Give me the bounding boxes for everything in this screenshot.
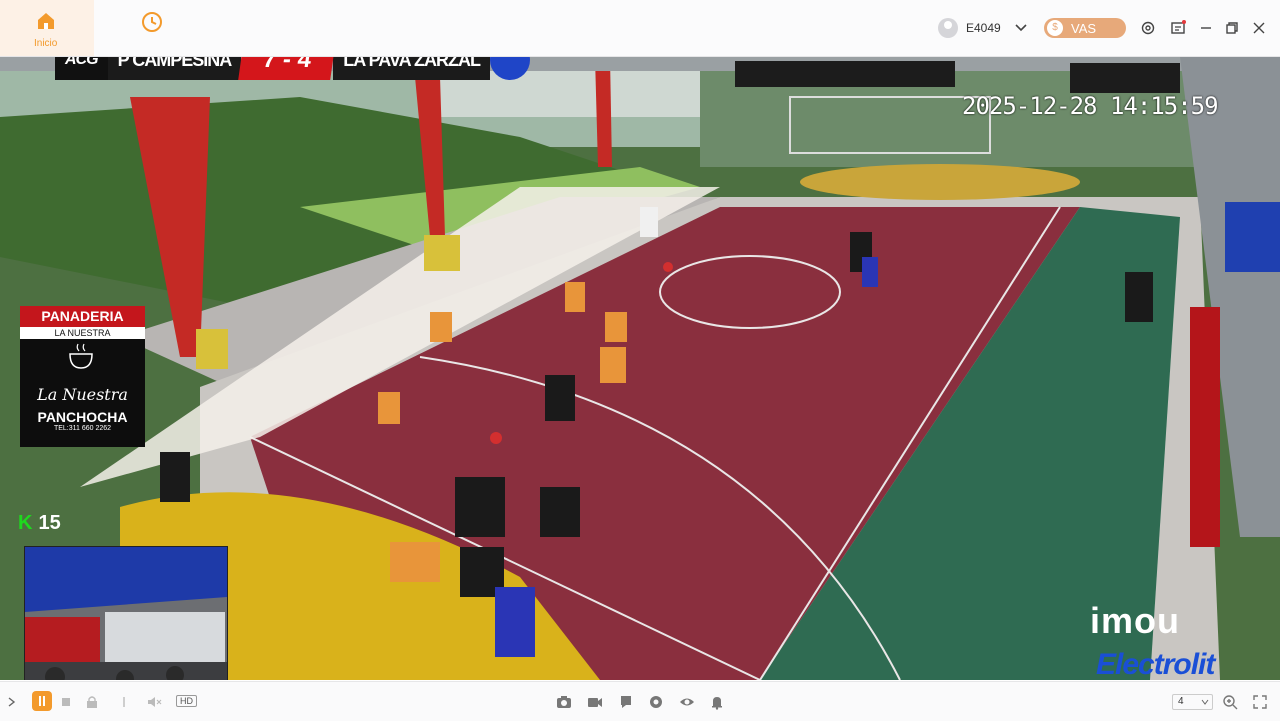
kick-logo-icon: K (18, 512, 33, 534)
nav-home[interactable]: Inicio (0, 0, 94, 56)
imou-watermark: imou (1090, 600, 1180, 641)
sponsor-title: PANADERIA (20, 306, 145, 327)
chevron-right-icon[interactable] (4, 694, 20, 710)
user-account[interactable]: E4049 (938, 18, 1001, 38)
talk-icon[interactable] (618, 694, 634, 710)
league-logo: ACG (55, 57, 108, 80)
away-team-name: LA PAVA ZARZAL (333, 57, 490, 80)
privacy-eye-icon[interactable] (679, 694, 695, 710)
pip-video[interactable] (24, 546, 228, 680)
title-bar: Inicio E4049 $ VAS (0, 0, 1280, 57)
chevron-down-icon (1201, 699, 1209, 705)
stop-icon[interactable] (58, 694, 74, 710)
record-video-icon[interactable] (587, 694, 603, 710)
camera-snapshot-icon[interactable] (556, 694, 572, 710)
close-icon[interactable] (1251, 20, 1267, 36)
sponsor-ad: PANADERIA LA NUESTRA La Nuestra PANCHOCH… (20, 306, 145, 447)
sponsor-subtitle: LA NUESTRA (20, 327, 145, 339)
pip-scene (25, 547, 227, 680)
fullscreen-icon[interactable] (1252, 694, 1268, 710)
alarm-bell-icon[interactable] (709, 694, 725, 710)
grid-layout-select[interactable]: 4 (1172, 694, 1213, 710)
maximize-icon[interactable] (1224, 20, 1240, 36)
message-icon[interactable] (1170, 20, 1186, 36)
minimize-icon[interactable] (1198, 20, 1214, 36)
grid-layout-value: 4 (1178, 696, 1184, 707)
home-icon (38, 13, 54, 29)
electrolit-logo: Electrolit (1096, 648, 1215, 680)
chevron-down-icon[interactable] (1014, 20, 1028, 34)
hd-badge[interactable]: HD (176, 695, 197, 707)
avatar (938, 18, 958, 38)
history-icon[interactable] (140, 10, 164, 34)
zoom-in-icon[interactable] (1222, 694, 1238, 710)
vas-button[interactable]: $ VAS (1044, 18, 1126, 38)
camera-timestamp: 2025-12-28 14:15:59 (962, 92, 1219, 120)
nav-home-label: Inicio (34, 38, 58, 49)
live-video[interactable]: ACG P CAMPESINA 7 - 4 LA PAVA ZARZAL 202… (0, 57, 1280, 680)
player-toolbar: HD 4 (0, 681, 1280, 721)
sponsor-name: PANCHOCHA (37, 409, 128, 425)
mute-icon[interactable] (146, 694, 162, 710)
scoreboard: ACG P CAMPESINA 7 - 4 LA PAVA ZARZAL (55, 57, 530, 80)
vas-coin-icon: $ (1047, 20, 1063, 36)
away-team-crest-icon (489, 57, 530, 80)
account-label: E4049 (966, 21, 1001, 35)
viewer-count-value: 15 (38, 512, 61, 534)
coffee-cup-icon (69, 343, 93, 369)
ptz-icon[interactable] (648, 694, 664, 710)
vas-label: VAS (1071, 20, 1097, 36)
match-score: 7 - 4 (238, 57, 337, 80)
viewer-count: K 15 (18, 512, 61, 535)
sponsor-logo-text: La Nuestra (37, 385, 128, 404)
grid-icon[interactable] (116, 694, 132, 710)
home-team-name: P CAMPESINA (107, 57, 242, 80)
play-pause-icon[interactable] (32, 691, 52, 711)
lock-icon[interactable] (84, 694, 100, 710)
sponsor-phone: TEL:311 660 2262 (53, 425, 112, 432)
settings-icon[interactable] (1140, 20, 1156, 36)
